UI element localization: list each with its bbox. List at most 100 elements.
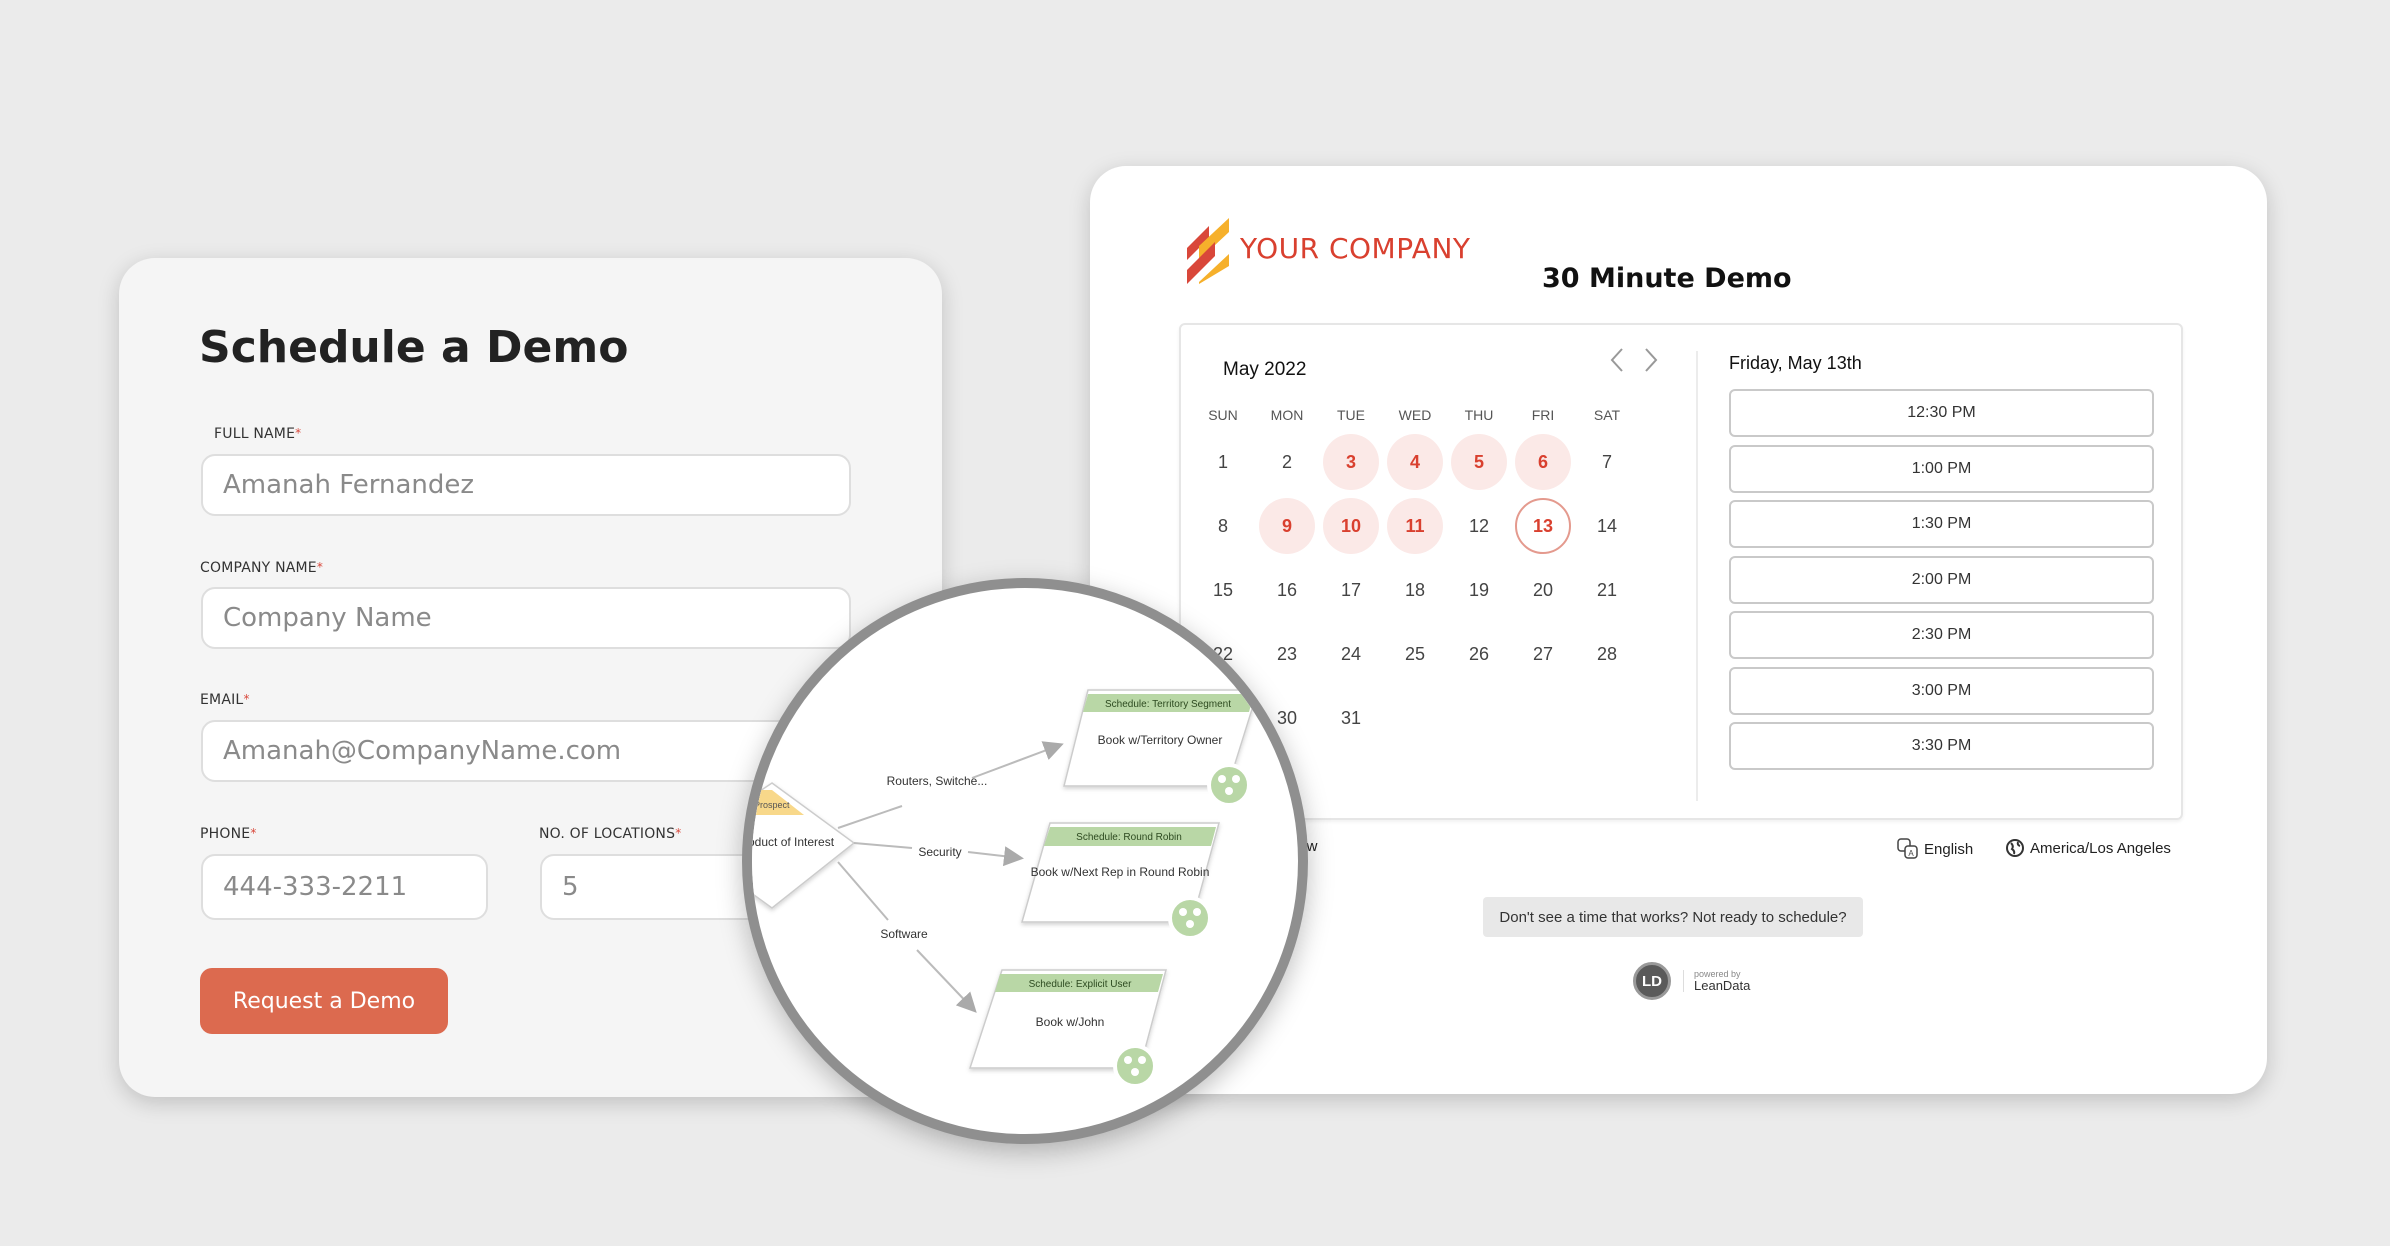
- timezone-label: America/Los Angeles: [2030, 839, 2171, 857]
- calendar-day: 12: [1468, 515, 1490, 536]
- calendar-day: 24: [1340, 643, 1362, 664]
- svg-text:A: A: [1908, 849, 1914, 858]
- calendar-day-available[interactable]: 5: [1451, 434, 1507, 490]
- weekday-label: WED: [1398, 407, 1432, 423]
- phone-label: PHONE*: [200, 826, 257, 842]
- leandata-logo-icon: LD: [1633, 962, 1671, 1000]
- required-mark: *: [316, 560, 324, 574]
- calendar-day: 27: [1532, 643, 1554, 664]
- calendar-day: 20: [1532, 579, 1554, 600]
- time-slot-button[interactable]: 12:30 PM: [1729, 389, 2154, 437]
- calendar-day-available[interactable]: 10: [1323, 498, 1379, 554]
- edge-label-routers: Routers, Switche...: [887, 774, 988, 788]
- node-text-territory: Book w/Territory Owner: [1098, 733, 1223, 747]
- team-icon: [1207, 763, 1251, 807]
- calendar-day-available[interactable]: 4: [1387, 434, 1443, 490]
- calendar-day: 28: [1596, 643, 1618, 664]
- event-title: 30 Minute Demo: [1542, 263, 1792, 294]
- form-title: Schedule a Demo: [199, 322, 629, 373]
- edge-line-routers: [837, 805, 903, 829]
- translate-icon: A: [1897, 838, 1918, 859]
- magnifier-routing-diagram: Prospect Product of Interest Routers, Sw…: [742, 578, 1308, 1144]
- edge-label-software: Software: [880, 927, 928, 941]
- full-name-label: FULL NAME*: [214, 426, 301, 442]
- required-mark: *: [675, 826, 682, 840]
- node-header-territory: Schedule: Territory Segment: [1105, 699, 1231, 710]
- selected-date-label: Friday, May 13th: [1729, 353, 1862, 373]
- phone-input[interactable]: 444-333-2211: [201, 854, 488, 920]
- edge-arrow-software: [916, 949, 977, 1013]
- required-mark: *: [295, 426, 302, 440]
- calendar-day: 18: [1404, 579, 1426, 600]
- calendar-day-available[interactable]: 6: [1515, 434, 1571, 490]
- email-label-text: EMAIL: [200, 692, 244, 708]
- calendar-day: 25: [1404, 643, 1426, 664]
- calendar-day: 1: [1217, 451, 1228, 472]
- weekday-label: TUE: [1337, 407, 1365, 423]
- calendar-day: 19: [1468, 579, 1490, 600]
- language-selector[interactable]: A English: [1897, 838, 1973, 860]
- calendar-day-available[interactable]: 11: [1387, 498, 1443, 554]
- weekday-label: SAT: [1593, 407, 1621, 423]
- calendar-day: 8: [1217, 515, 1228, 536]
- locations-label: NO. OF LOCATIONS*: [539, 826, 681, 842]
- calendar-day-available[interactable]: 9: [1259, 498, 1315, 554]
- calendar-day: 2: [1281, 451, 1292, 472]
- decision-text: Product of Interest: [742, 835, 835, 849]
- calendar-day: 26: [1468, 643, 1490, 664]
- edge-line-security: [853, 842, 913, 849]
- calendar-day-available[interactable]: 3: [1323, 434, 1379, 490]
- language-label: English: [1924, 840, 1974, 858]
- phone-label-text: PHONE: [200, 826, 251, 842]
- chevron-right-icon: [1645, 348, 1658, 372]
- time-slot-button[interactable]: 1:00 PM: [1729, 444, 2154, 493]
- node-text-explicit-user: Book w/John: [1036, 1015, 1105, 1029]
- team-icon: [1168, 896, 1212, 940]
- calendar-panel: May 2022 SUN MON TUE WED THU FRI SAT 123456789…: [1179, 323, 2183, 820]
- company-name-label-text: COMPANY NAME: [200, 560, 317, 576]
- full-name-input[interactable]: Amanah Fernandez: [201, 454, 851, 516]
- required-mark: *: [250, 826, 257, 840]
- company-name-placeholder: Company Name: [223, 603, 432, 633]
- calendar-day: 31: [1340, 707, 1362, 728]
- weekday-label: THU: [1464, 407, 1494, 423]
- decision-header: Prospect: [754, 800, 790, 810]
- node-header-round-robin: Schedule: Round Robin: [1076, 832, 1182, 843]
- full-name-value: Amanah Fernandez: [223, 470, 474, 500]
- team-icon: [1113, 1044, 1157, 1088]
- company-name: YOUR COMPANY: [1240, 232, 1471, 265]
- calendar-day-selected[interactable]: 13: [1515, 498, 1571, 554]
- month-label: May 2022: [1223, 359, 1307, 380]
- company-logo-icon: [1187, 218, 1229, 284]
- prev-month-button[interactable]: [1609, 347, 1625, 380]
- routing-diagram: Prospect Product of Interest Routers, Sw…: [742, 689, 1260, 1088]
- locations-label-text: NO. OF LOCATIONS: [539, 826, 676, 842]
- time-slot-button[interactable]: 3:30 PM: [1729, 722, 2154, 770]
- calendar-day: 17: [1340, 579, 1362, 600]
- calendar-day: 21: [1596, 579, 1618, 600]
- full-name-label-text: FULL NAME: [214, 426, 296, 442]
- node-header-explicit-user: Schedule: Explicit User: [1029, 979, 1132, 990]
- timezone-selector[interactable]: America/Los Angeles: [2005, 838, 2171, 858]
- email-label: EMAIL*: [200, 692, 250, 708]
- required-mark: *: [243, 692, 250, 706]
- globe-icon: [2006, 839, 2024, 857]
- request-demo-button[interactable]: Request a Demo: [200, 968, 448, 1034]
- powered-by-brand: LeanData: [1694, 978, 1751, 993]
- powered-by-badge: LD powered by LeanData: [1633, 962, 1750, 1000]
- time-slot-button[interactable]: 2:00 PM: [1729, 555, 2154, 604]
- email-value: Amanah@CompanyName.com: [223, 736, 622, 766]
- weekday-label: FRI: [1531, 407, 1555, 423]
- time-slot-button[interactable]: 1:30 PM: [1729, 500, 2154, 548]
- time-slot-button[interactable]: 3:00 PM: [1729, 666, 2154, 715]
- weekday-label: SUN: [1208, 407, 1238, 423]
- not-ready-button[interactable]: Don't see a time that works? Not ready t…: [1483, 897, 1863, 937]
- edge-arrow-security: [967, 846, 1024, 867]
- locations-value: 5: [562, 872, 579, 902]
- time-slot-button[interactable]: 2:30 PM: [1729, 611, 2154, 659]
- next-month-button[interactable]: [1643, 347, 1659, 380]
- chevron-left-icon: [1610, 348, 1623, 372]
- node-text-round-robin: Book w/Next Rep in Round Robin: [1031, 865, 1210, 879]
- panel-divider: [1696, 351, 1698, 801]
- edge-label-security: Security: [918, 845, 961, 859]
